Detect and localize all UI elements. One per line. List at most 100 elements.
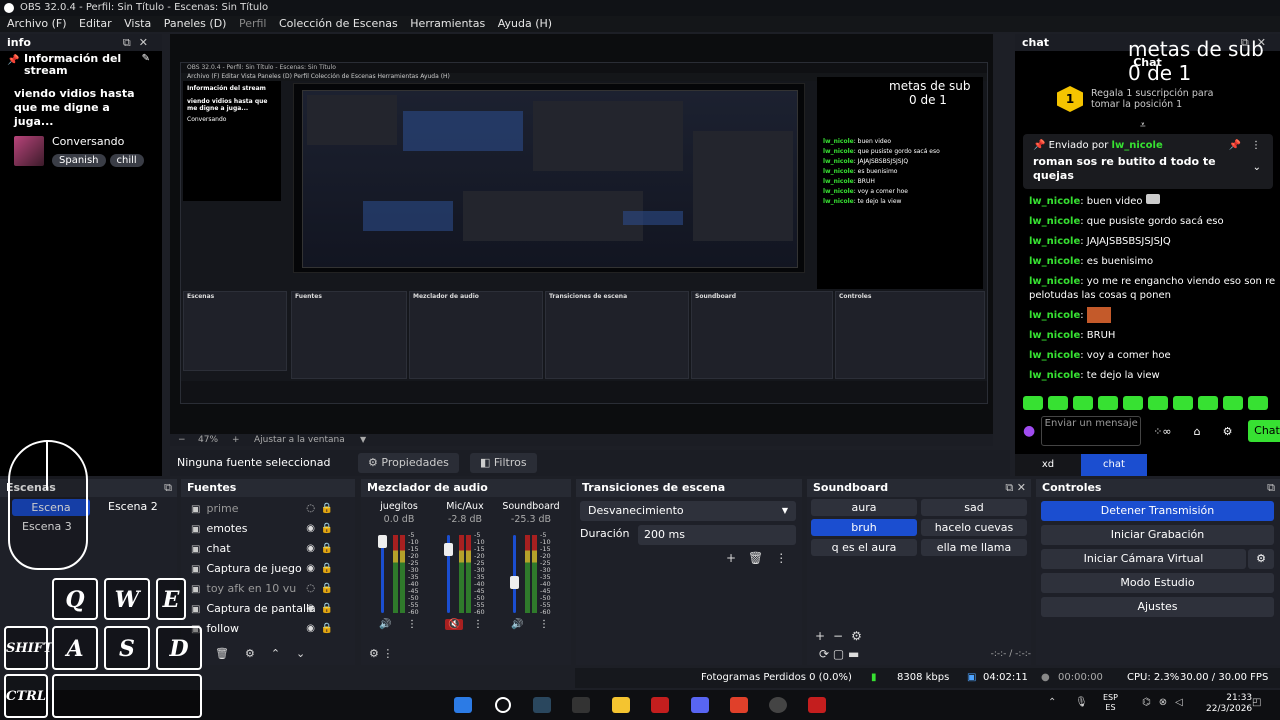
clock[interactable]: 21:33 22/3/2026 [1206,693,1252,715]
dock-controls[interactable]: ⧉✕ [123,34,156,51]
emote-icon[interactable] [1023,396,1043,410]
chat-send-button[interactable]: Chat [1248,420,1280,442]
emote-icon[interactable] [1173,396,1193,410]
eye-off-icon[interactable]: ◌ [306,499,315,519]
filters-button[interactable]: ◧ Filtros [470,453,537,473]
settings-button[interactable]: Ajustes [1041,597,1274,617]
language-indicator[interactable]: ESP ES [1103,693,1118,713]
lock-icon[interactable]: 🔒 [321,519,333,539]
mixer-settings-icon[interactable]: ⚙ ⋮ [369,647,393,660]
fader-handle[interactable] [510,575,519,589]
mic-tray-icon[interactable]: 🎙 [1075,697,1088,708]
settings-icon[interactable]: ⚙ [1223,425,1233,438]
eye-icon[interactable]: ◉ [306,559,315,579]
emote-icon[interactable] [1198,396,1218,410]
sources-toolbar[interactable]: 🗑⚙⌃⌄ [215,647,321,660]
fader-handle[interactable] [378,535,387,548]
start-virtual-camera-button[interactable]: Iniciar Cámara Virtual [1041,549,1246,569]
volume-fader[interactable] [513,535,516,613]
unpin-icon[interactable]: 📌 [1229,140,1241,151]
tab-chat[interactable]: chat [1081,454,1147,476]
start-recording-button[interactable]: Iniciar Grabación [1041,525,1274,545]
emote-icon[interactable] [1148,396,1168,410]
menu-coleccion-escenas[interactable]: Colección de Escenas [279,17,398,30]
duration-input[interactable]: 200 ms [638,525,796,545]
speaker-icon[interactable]: 🔊 [379,619,391,630]
start-menu-icon[interactable] [454,697,472,713]
fit-dropdown-icon[interactable]: ▼ [360,434,366,446]
steam-icon[interactable] [533,697,551,713]
notification-icon[interactable]: ◰ [1252,697,1261,708]
bits-icon[interactable]: ⁘∞ [1153,425,1171,438]
source-item[interactable]: ▣ prime ◌ 🔒 [181,499,355,519]
search-icon[interactable] [495,697,511,713]
stop-stream-button[interactable]: Detener Transmisión [1041,501,1274,521]
lock-icon[interactable]: 🔒 [321,599,333,619]
mic-icon[interactable]: ● [1023,423,1035,439]
lock-icon[interactable]: 🔒 [321,619,333,639]
eye-icon[interactable]: ◉ [306,599,315,619]
channel-menu-icon[interactable]: ⋮ [473,619,483,630]
eye-icon[interactable]: ◉ [306,539,315,559]
properties-button[interactable]: ⚙ Propiedades [358,453,459,473]
tag-chill[interactable]: chill [109,154,144,167]
eye-off-icon[interactable]: ◌ [306,579,315,599]
soundboard-playback[interactable]: ⟳ ▢ ▬ [819,647,859,661]
fit-window-label[interactable]: Ajustar a la ventana [254,434,345,446]
source-item[interactable]: ▣ emotes ◉ 🔒 [181,519,355,539]
menu-herramientas[interactable]: Herramientas [410,17,485,30]
lock-icon[interactable]: 🔒 [321,559,333,579]
scene-item[interactable]: Escena 2 [98,497,158,517]
discord-icon[interactable] [691,697,709,713]
pinned-user[interactable]: lw_nicole [1112,140,1163,151]
menu-archivo[interactable]: Archivo (F) [7,17,67,30]
emote-icon[interactable] [1223,396,1243,410]
fader-handle[interactable] [444,543,453,557]
soundboard-button[interactable]: hacelo cuevas [921,519,1027,536]
menu-ayuda[interactable]: Ayuda (H) [498,17,552,30]
source-item[interactable]: ▣ toy afk en 10 vu ◌ 🔒 [181,579,355,599]
chat-input[interactable]: Enviar un mensaje [1041,416,1142,446]
eye-icon[interactable]: ◉ [306,619,315,639]
emote-icon[interactable] [1123,396,1143,410]
eye-icon[interactable]: ◉ [306,519,315,539]
edit-icon[interactable]: ✎ [142,53,150,65]
collapse-icon[interactable]: ⩡ [1140,120,1146,131]
lock-icon[interactable]: 🔒 [321,579,333,599]
zoom-out-button[interactable]: − [178,434,186,446]
source-item[interactable]: ▣ Captura de juego ◉ 🔒 [181,559,355,579]
app-icon-2[interactable] [808,697,826,713]
store-icon[interactable]: ⌂ [1194,425,1201,438]
tray-icons[interactable]: ⌬⊗◁ [1142,697,1191,708]
file-explorer-icon[interactable] [612,697,630,713]
expand-chevron-icon[interactable]: ⌄ [1253,162,1261,173]
emote-icon[interactable] [1048,396,1068,410]
transition-buttons[interactable]: +🗑⋮ [726,551,799,565]
soundboard-button[interactable]: q es el aura [811,539,917,556]
lock-icon[interactable]: 🔒 [321,539,333,559]
menu-editar[interactable]: Editar [79,17,112,30]
source-item[interactable]: ▣ Captura de pantalla ◉ 🔒 [181,599,355,619]
speaker-icon[interactable]: 🔊 [511,619,523,630]
menu-paneles[interactable]: Paneles (D) [164,17,227,30]
menu-perfil[interactable]: Perfil [239,17,267,30]
epic-games-icon[interactable] [572,697,590,713]
emote-icon[interactable] [1073,396,1093,410]
lock-icon[interactable]: 🔒 [321,499,333,519]
soundboard-button[interactable]: bruh [811,519,917,536]
soundboard-edit-buttons[interactable]: +−⚙ [815,629,870,643]
menu-vista[interactable]: Vista [124,17,151,30]
source-item[interactable]: ▣ chat ◉ 🔒 [181,539,355,559]
obs-icon[interactable] [769,697,787,713]
zoom-in-button[interactable]: + [232,434,240,446]
brave-icon[interactable] [730,697,748,713]
soundboard-button[interactable]: aura [811,499,917,516]
channel-menu-icon[interactable]: ⋮ [407,619,417,630]
muted-speaker-icon[interactable]: 🔇 [445,619,464,630]
studio-mode-button[interactable]: Modo Estudio [1041,573,1274,593]
soundboard-button[interactable]: ella me llama [921,539,1027,556]
emote-icon[interactable] [1098,396,1118,410]
channel-menu-icon[interactable]: ⋮ [539,619,549,630]
tray-chevron-icon[interactable]: ⌃ [1048,697,1056,708]
tag-spanish[interactable]: Spanish [52,154,106,167]
